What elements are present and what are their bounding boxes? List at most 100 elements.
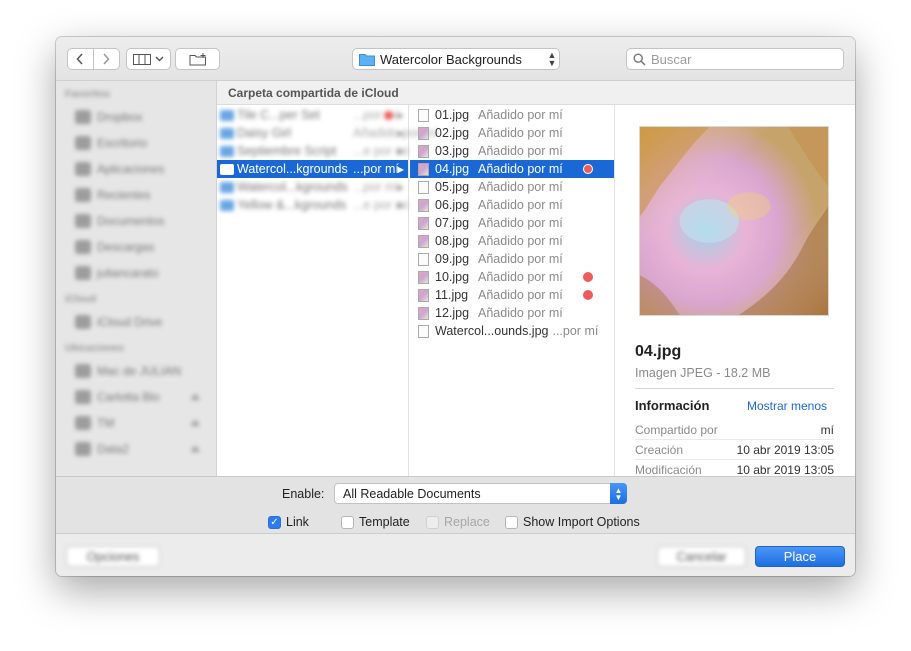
options-button[interactable]: Opciones [66, 546, 160, 567]
file-name: 03.jpg [435, 144, 470, 158]
sidebar-item[interactable]: Recientes [56, 182, 216, 208]
file-row[interactable]: 06.jpg Añadido por mí [410, 196, 614, 214]
image-thumbnail-icon [418, 324, 429, 338]
new-folder-button[interactable] [175, 48, 220, 70]
disclosure-arrow-icon: ▶ [397, 110, 404, 120]
image-thumbnail-icon [418, 270, 429, 284]
back-button[interactable] [68, 49, 94, 69]
sidebar-item[interactable]: Aplicaciones [56, 156, 216, 182]
info-value: 10 abr 2019 13:05 [736, 443, 834, 457]
eject-icon[interactable]: ⏏ [191, 444, 200, 455]
view-mode-button[interactable] [126, 48, 171, 70]
file-row[interactable]: 11.jpg Añadido por mí [410, 286, 614, 304]
sidebar-item-label: Escritorio [97, 136, 148, 150]
info-key: Compartido por [635, 423, 718, 437]
sidebar-item[interactable]: Descargas [56, 234, 216, 260]
eject-icon[interactable]: ⏏ [191, 392, 200, 403]
sidebar-item[interactable]: Documentos [56, 208, 216, 234]
forward-button[interactable] [94, 49, 120, 69]
checkbox-box [505, 515, 518, 529]
sidebar-section-title: Ubicaciones [65, 343, 124, 354]
path-popup-label: Watercolor Backgrounds [380, 51, 522, 67]
up-down-arrows-icon: ▲ ▼ [547, 50, 557, 68]
folder-name: Yellow &...kgrounds [237, 198, 347, 212]
info-key: Modificación [635, 463, 702, 477]
divider [635, 459, 834, 460]
eject-icon[interactable]: ⏏ [191, 418, 200, 429]
checkbox-link[interactable]: ✓ Link [268, 515, 309, 529]
folder-icon [220, 163, 234, 175]
file-row[interactable]: 03.jpg Añadido por mí [410, 142, 614, 160]
folder-row[interactable]: Septiembre Script ...e por mí ▶ [217, 142, 409, 160]
sidebar-item-icon [75, 315, 91, 329]
chevron-left-icon [76, 53, 83, 65]
chevron-down-icon [155, 56, 164, 62]
sidebar-item-label: iCloud Drive [97, 315, 163, 329]
sidebar-item[interactable]: Mac de JULIAN [56, 358, 216, 384]
file-row[interactable]: 02.jpg Añadido por mí [410, 124, 614, 142]
sidebar-item-label: Descargas [97, 240, 155, 254]
sidebar-item[interactable]: Dropbox [56, 104, 216, 130]
file-row[interactable]: 07.jpg Añadido por mí [410, 214, 614, 232]
cancel-button[interactable]: Cancelar [657, 546, 746, 567]
folder-row[interactable]: Watercol...kgrounds ...por mí ▶ [217, 160, 408, 178]
folder-name: Watercol...kgrounds [237, 180, 348, 194]
file-row[interactable]: 01.jpg Añadido por mí [410, 106, 614, 124]
folder-column: Tile C...per Set ...por mí ▶ Daisy Girl Añad… [217, 105, 438, 476]
nav-buttons [67, 48, 120, 70]
folder-icon [220, 181, 234, 193]
enable-select-value: All Readable Documents [343, 486, 481, 501]
file-column: 01.jpg Añadido por mí 02.jpg Añadido por mí… [410, 105, 615, 476]
sidebar-item[interactable]: TM ⏏ [56, 410, 216, 436]
import-options: Enable: All Readable Documents ▲ ▼ ✓ Link T… [56, 476, 855, 534]
sidebar-item-label: Carlotta Blo [97, 390, 160, 404]
checkbox-label: Template [359, 515, 410, 529]
image-thumbnail-icon [418, 126, 429, 140]
checkbox-template[interactable]: Template [341, 515, 410, 529]
sidebar-item-label: Data2 [97, 442, 130, 456]
sidebar-item-icon [75, 240, 91, 254]
enable-select[interactable]: All Readable Documents ▲ ▼ [334, 483, 627, 504]
file-row[interactable]: 12.jpg Añadido por mí [410, 304, 614, 322]
sidebar-item[interactable]: iCloud Drive [56, 309, 216, 335]
preview-pane: 04.jpg Imagen JPEG - 18.2 MB Información… [615, 105, 855, 477]
file-row[interactable]: 05.jpg Añadido por mí [410, 178, 614, 196]
disclosure-arrow-icon: ▶ [397, 146, 404, 156]
folder-row[interactable]: Watercol...kgrounds ...por mí ▶ [217, 178, 408, 196]
folder-icon [220, 199, 234, 211]
shared-folder-header: Carpeta compartida de iCloud [217, 81, 855, 105]
checkbox-replace: Replace [426, 515, 490, 529]
file-row[interactable]: 09.jpg Añadido por mí [410, 250, 614, 268]
show-less-link[interactable]: Mostrar menos [747, 399, 827, 413]
place-button[interactable]: Place [755, 546, 845, 567]
folder-row[interactable]: Yellow &...kgrounds ...e por mí ▶ [217, 196, 409, 214]
sidebar-item-icon [75, 364, 91, 378]
sidebar-item[interactable]: juliancarato [56, 260, 216, 286]
sidebar-item[interactable]: Data2 ⏏ [56, 436, 216, 462]
file-row[interactable]: 04.jpg Añadido por mí [410, 160, 614, 178]
search-field[interactable]: Buscar [626, 48, 844, 70]
enable-label: Enable: [282, 487, 325, 501]
image-thumbnail-icon [418, 216, 429, 230]
sidebar-item[interactable]: Carlotta Blo ⏏ [56, 384, 216, 410]
disclosure-arrow-icon: ▶ [397, 182, 404, 192]
file-name: 10.jpg [435, 270, 470, 284]
file-row[interactable]: 10.jpg Añadido por mí [410, 268, 614, 286]
file-added-by: Añadido por mí [478, 180, 563, 194]
preview-file-name: 04.jpg [635, 343, 682, 360]
sidebar-item[interactable]: Escritorio [56, 130, 216, 156]
folder-row[interactable]: Daisy Girl Añadido por mí ▶ [217, 124, 438, 142]
checkbox-label: Replace [444, 515, 490, 529]
sidebar-item-label: Aplicaciones [97, 162, 165, 176]
file-added-by: Añadido por mí [478, 108, 563, 122]
file-added-by: ...por mí [552, 324, 599, 338]
file-row[interactable]: 08.jpg Añadido por mí [410, 232, 614, 250]
checkbox-show-import-options[interactable]: Show Import Options [505, 515, 640, 529]
image-thumbnail-icon [418, 144, 429, 158]
folder-name: Tile C...per Set [237, 108, 320, 122]
folder-row[interactable]: Tile C...per Set ...por mí ▶ [217, 106, 408, 124]
checkbox-box: ✓ [268, 515, 281, 529]
checkbox-box [341, 515, 354, 529]
file-row[interactable]: Watercol...ounds.jpg ...por mí [410, 322, 614, 340]
path-popup[interactable]: Watercolor Backgrounds ▲ ▼ [352, 48, 560, 70]
